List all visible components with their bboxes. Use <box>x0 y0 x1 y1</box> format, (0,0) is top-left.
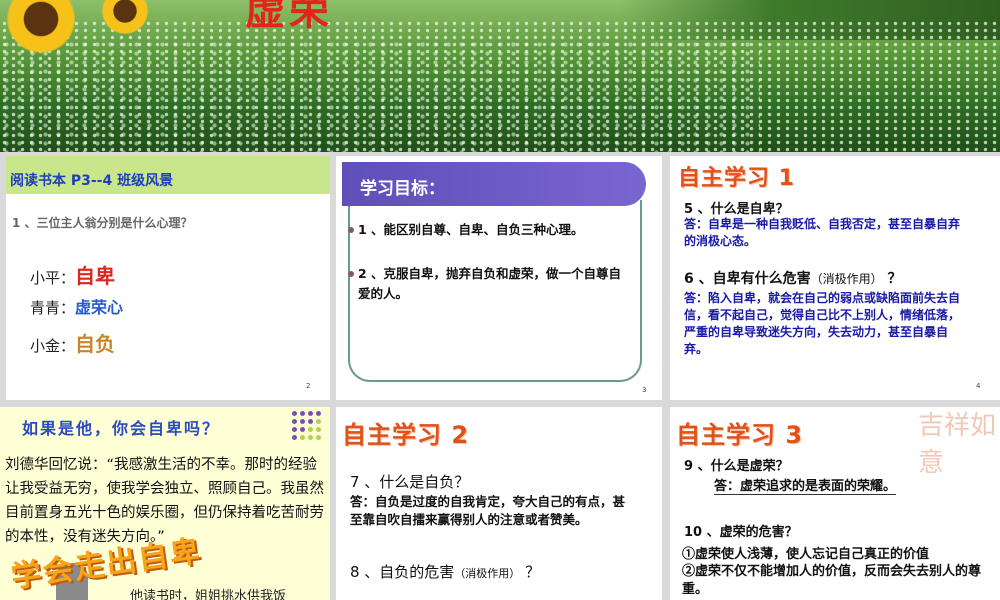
slide-self-study-2[interactable]: 自主学习 2 7 、什么是自负？ 答：自负是过度的自我肯定，夸大自己的有点，甚至… <box>336 407 662 600</box>
question-5: 5 、什么是自卑？ <box>684 202 789 217</box>
question-9: 9 、什么是虚荣？ <box>684 459 789 474</box>
answer-7: 答：自负是过度的自我肯定，夸大自己的有点，甚至靠自吹自擂来赢得别人的注意或者赞美… <box>350 494 626 527</box>
slide-header: 如果是他，你会自卑吗？ <box>0 407 288 443</box>
person-row: 青青：虚荣心 <box>30 294 123 318</box>
slide-title: 自主学习 3 <box>676 421 804 449</box>
bullet-icon <box>348 227 354 233</box>
question-8: 8 、自负的危害（消极作用） ？ <box>350 561 540 582</box>
objective-item: 2 、克服自卑，抛弃自负和虚荣，做一个自尊自爱的人。 <box>348 264 628 304</box>
watermark-seal: 吉祥如意 <box>918 411 997 478</box>
slide-title: 自主学习 1 <box>678 166 795 191</box>
question-7: 7 、什么是自负？ <box>350 473 470 491</box>
bullet-icon <box>348 271 354 277</box>
dot-grid-icon <box>292 411 322 441</box>
answer-9: 答：虚荣追求的是表面的荣耀。 <box>714 475 897 495</box>
person-name: 小平： <box>30 269 76 287</box>
page-number: 3 <box>642 386 647 394</box>
question-6-note: （消极作用） <box>810 272 883 286</box>
slide-objectives[interactable]: 学习目标： 1 、能区别自尊、自卑、自负三种心理。 2 、克服自卑，抛弃自负和虚… <box>336 156 662 400</box>
slide-header-text: 如果是他，你会自卑吗？ <box>22 419 221 438</box>
page-number: 4 <box>976 382 981 390</box>
objective-text: 1 、能区别自尊、自卑、自负三种心理。 <box>358 222 584 237</box>
slide-header: 阅读书本 P3--4 班级风景 <box>6 156 330 194</box>
slide-header-text: 学习目标： <box>360 179 445 199</box>
slide-self-study-1[interactable]: 自主学习 1 5 、什么是自卑？ 答：自卑是一种自我贬低、自我否定，甚至自暴自弃… <box>670 156 1000 400</box>
person-name: 小金： <box>30 337 76 355</box>
question-6: 6 、自卑有什么危害（消极作用） ？ <box>684 268 902 288</box>
slide-header: 学习目标： <box>342 162 646 206</box>
objective-item: 1 、能区别自尊、自卑、自负三种心理。 <box>348 220 642 240</box>
case-caption: 他读书时，姐姐挑水供我饭 <box>130 589 287 600</box>
person-row: 小金：自负 <box>30 328 115 357</box>
question-8-mark: ？ <box>525 563 541 581</box>
slide-self-study-3[interactable]: 吉祥如意 自主学习 3 9 、什么是虚荣？ 答：虚荣追求的是表面的荣耀。 10 … <box>670 407 1000 600</box>
banner-flower-field-front <box>0 40 760 152</box>
slide-case-study[interactable]: 如果是他，你会自卑吗？ 刘德华回忆说：“我感激生活的不幸。那时的经验让我受益无穷… <box>0 407 330 600</box>
slide-header-text: 阅读书本 P3--4 班级风景 <box>10 173 174 189</box>
question-8-text: 8 、自负的危害 <box>350 563 455 581</box>
person-row: 小平：自卑 <box>30 260 115 289</box>
person-trait: 自负 <box>75 332 116 356</box>
objective-text: 2 、克服自卑，抛弃自负和虚荣，做一个自尊自爱的人。 <box>358 266 622 301</box>
question-10: 10 、虚荣的危害？ <box>684 525 798 540</box>
person-trait: 虚荣心 <box>75 298 124 317</box>
question-6-mark: ？ <box>887 271 902 287</box>
question-6-text: 6 、自卑有什么危害 <box>684 271 811 287</box>
person-trait: 自卑 <box>75 264 116 288</box>
banner-title: 虚荣 <box>245 0 333 34</box>
answer-10-2: ②虚荣不仅不能增加人的价值，反而会失去别人的尊重。 <box>682 564 982 597</box>
header-banner: 虚荣 <box>0 0 1000 152</box>
page-number: 2 <box>306 382 311 390</box>
slide-reading[interactable]: 阅读书本 P3--4 班级风景 1 、三位主人翁分别是什么心理？ 小平：自卑 青… <box>6 156 330 400</box>
person-name: 青青： <box>30 299 76 317</box>
question-8-note: （消极作用） <box>454 567 521 580</box>
question-text: 1 、三位主人翁分别是什么心理？ <box>12 216 193 230</box>
answer-10-1: ①虚荣使人浅薄，使人忘记自己真正的价值 <box>682 547 930 562</box>
slide-title: 自主学习 2 <box>342 421 470 449</box>
answer-5: 答：自卑是一种自我贬低、自我否定，甚至自暴自弃的消极心态。 <box>684 217 961 248</box>
answer-6: 答：陷入自卑，就会在自己的弱点或缺陷面前失去自信，看不起自己，觉得自己比不上别人… <box>684 291 961 356</box>
